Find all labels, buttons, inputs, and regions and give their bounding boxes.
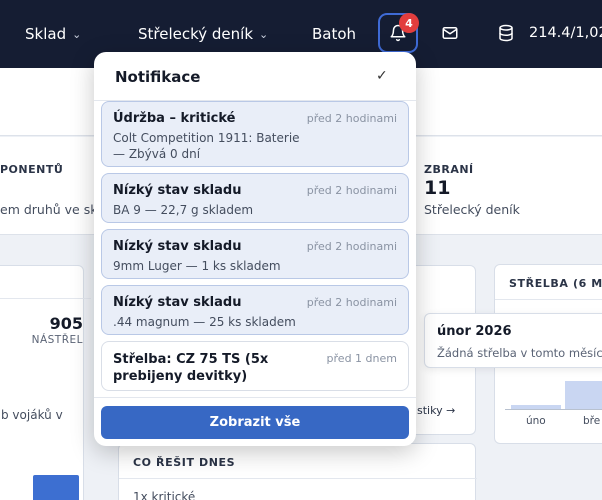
shots-summary-card: 905 NÁSTŘEL b vojáků v [0, 265, 91, 500]
notification-body: 9mm Luger — 1 ks skladem [113, 259, 281, 273]
notification-item[interactable]: Údržba – kritické před 2 hodinami Colt C… [101, 101, 409, 167]
shooting-chart-title: STŘELBA (6 MĚSÍ [509, 277, 602, 290]
nav-menu-sklad[interactable]: Sklad ⌄ [25, 25, 81, 43]
shots-total-label: NÁSTŘEL [31, 334, 83, 346]
notification-count-badge: 4 [399, 13, 419, 33]
stat-weapons-label: ZBRANÍ [424, 163, 474, 176]
notification-item[interactable]: Nízký stav skladu před 2 hodinami BA 9 —… [101, 173, 409, 223]
nav-menu-strelecky-denik-label: Střelecký deník [138, 25, 254, 43]
card-divider [119, 478, 477, 479]
notification-title: Nízký stav skladu [113, 295, 242, 310]
shots-total-value: 905 [49, 314, 83, 333]
storage-usage-text: 214.4/1,024. [529, 25, 602, 41]
chart-axis [505, 409, 602, 410]
statistics-link[interactable]: stiky → [417, 404, 455, 417]
card-divider [495, 299, 602, 300]
chart-bar [33, 475, 79, 500]
mail-icon [442, 27, 458, 39]
database-icon [499, 24, 513, 42]
notification-time: před 2 hodinami [306, 184, 397, 197]
todo-today-card: CO ŘEŠIT DNES 1x kritické [118, 443, 477, 500]
notification-body: .44 magnum — 25 ks skladem [113, 315, 296, 329]
notifications-dropdown: Notifikace ✓ Údržba – kritické před 2 ho… [94, 52, 416, 446]
show-all-notifications-button[interactable]: Zobrazit vše [101, 406, 409, 439]
tooltip-text: Žádná střelba v tomto měsíci [437, 346, 602, 360]
notifications-title: Notifikace [115, 68, 201, 86]
chevron-down-icon: ⌄ [72, 27, 82, 41]
notification-item[interactable]: Nízký stav skladu před 2 hodinami 9mm Lu… [101, 229, 409, 279]
nav-menu-strelecky-denik[interactable]: Střelecký deník ⌄ [138, 25, 268, 43]
stat-components-label: PONENTŮ [0, 163, 64, 176]
shots-card-text: b vojáků v [1, 408, 63, 422]
stat-weapons-value: 11 [424, 177, 451, 199]
nav-menu-sklad-label: Sklad [25, 25, 67, 43]
notification-title: Nízký stav skladu [113, 239, 242, 254]
todo-today-title: CO ŘEŠIT DNES [133, 456, 236, 469]
notification-title: Údržba – kritické [113, 111, 236, 126]
tooltip-title: únor 2026 [437, 324, 512, 339]
notification-time: před 2 hodinami [306, 296, 397, 309]
notification-item[interactable]: Střelba: CZ 75 TS (5x prebijeny devitky)… [101, 341, 409, 391]
card-divider [0, 298, 91, 299]
notification-title: Střelba: CZ 75 TS (5x prebijeny devitky) [113, 352, 269, 384]
notification-body: Colt Competition 1911: Baterie — Zbývá 0… [113, 131, 300, 161]
chevron-down-icon: ⌄ [259, 27, 269, 41]
notification-body: BA 9 — 22,7 g skladem [113, 203, 254, 217]
notification-time: před 2 hodinami [306, 112, 397, 125]
messages-button[interactable] [441, 24, 459, 42]
notification-item[interactable]: Nízký stav skladu před 2 hodinami .44 ma… [101, 285, 409, 335]
x-tick-label: úno [526, 415, 546, 427]
x-tick-label: bře [583, 415, 601, 427]
todo-item-critical[interactable]: 1x kritické [133, 490, 195, 500]
nav-menu-batoh-label: Batoh [312, 25, 357, 43]
notification-time: před 2 hodinami [306, 240, 397, 253]
storage-indicator[interactable]: 214.4/1,024. [497, 24, 602, 42]
nav-menu-batoh[interactable]: Batoh [312, 25, 356, 43]
stat-weapons-text: Střelecký deník [424, 202, 520, 217]
mark-all-read-check-icon[interactable]: ✓ [376, 68, 388, 84]
chart-bar [565, 381, 602, 409]
dropdown-divider [94, 397, 416, 398]
chart-tooltip: únor 2026 Žádná střelba v tomto měsíci [424, 313, 602, 368]
notification-title: Nízký stav skladu [113, 183, 242, 198]
notification-time: před 1 dnem [326, 352, 397, 365]
